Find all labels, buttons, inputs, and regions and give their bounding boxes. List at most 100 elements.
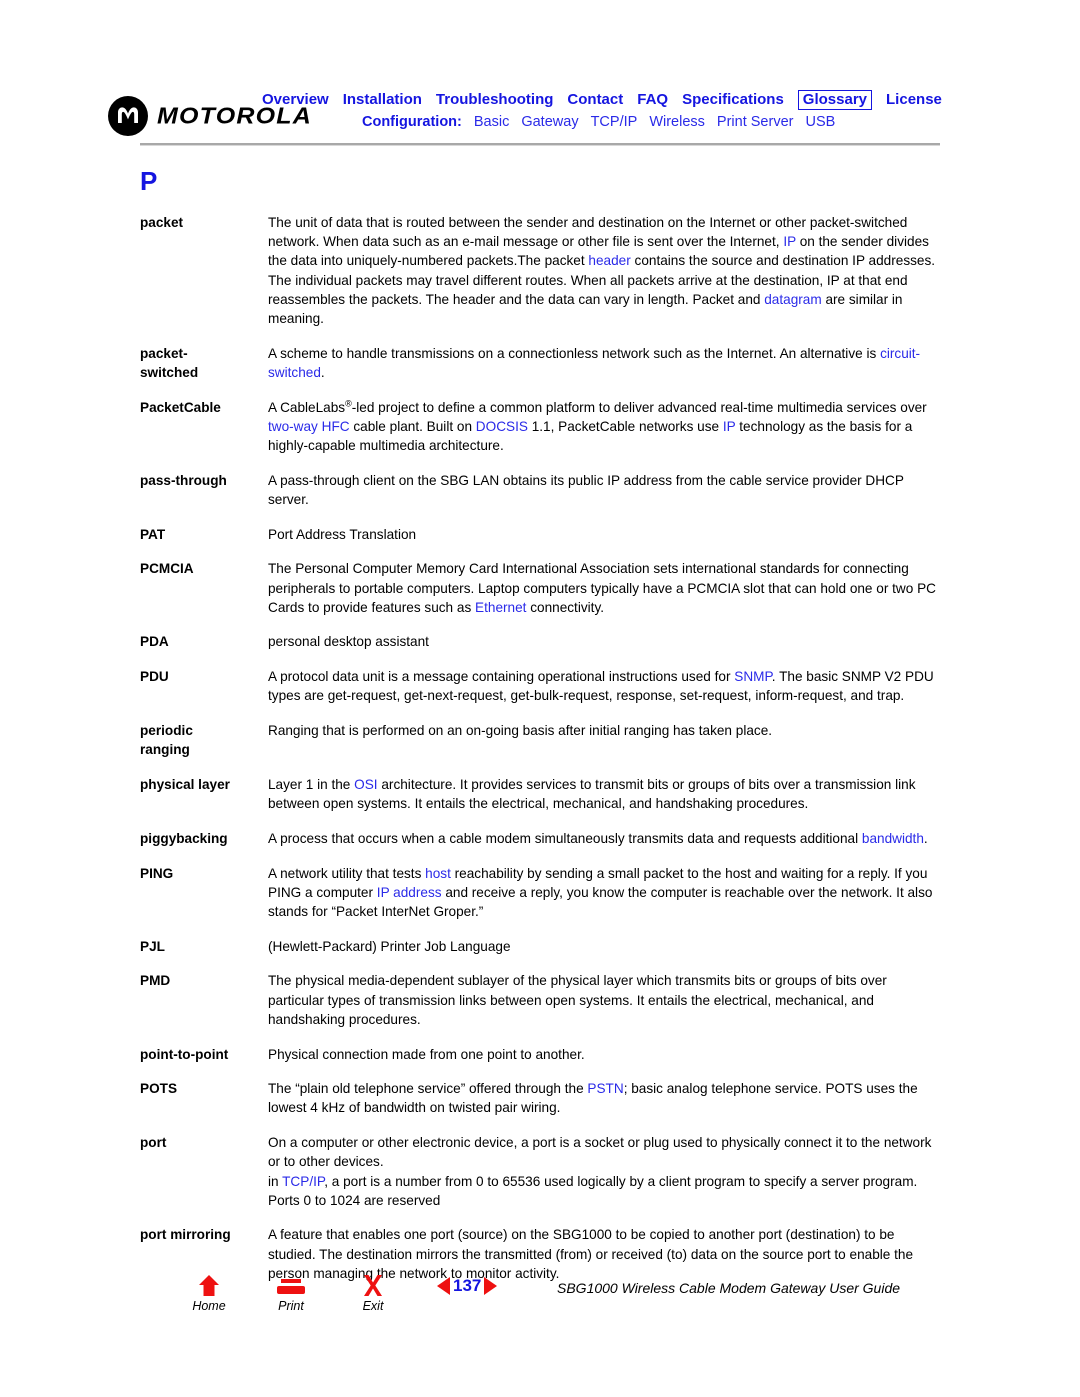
configuration-label: Configuration: (362, 114, 462, 130)
page-number: 137 (453, 1276, 482, 1295)
glossary-entry: PDU A protocol data unit is a message co… (140, 667, 945, 705)
home-icon (198, 1272, 220, 1298)
glossary-term: PING (140, 865, 174, 881)
glossary-term: POTS (140, 1081, 178, 1097)
glossary-entry: PING A network utility that tests host r… (140, 864, 945, 922)
glossary-definition: Ranging that is performed on an on-going… (268, 723, 773, 739)
glossary-term: packet-switched (140, 345, 199, 380)
glossary-link-ip-address[interactable]: IP address (377, 885, 442, 900)
nav-item-troubleshooting[interactable]: Troubleshooting (436, 90, 554, 110)
header-divider (140, 143, 940, 146)
glossary-entry: PacketCable A CableLabs®-led project to … (140, 398, 945, 456)
glossary-entry: PCMCIA The Personal Computer Memory Card… (140, 559, 945, 617)
glossary-term: physical layer (140, 776, 230, 792)
glossary-link-osi[interactable]: OSI (354, 777, 377, 792)
glossary-definition: A network utility that tests host reacha… (268, 865, 933, 919)
glossary-entry: POTS The “plain old telephone service” o… (140, 1079, 945, 1117)
glossary-term: PMD (140, 973, 171, 989)
close-x-icon (362, 1272, 384, 1298)
glossary-link-tcpip[interactable]: TCP/IP (282, 1174, 324, 1189)
page-footer: Home Print Exit 137 SBG1000 Wireless Cab… (0, 1272, 1080, 1342)
glossary-entry: PAT Port Address Translation (140, 525, 945, 544)
nav-item-installation[interactable]: Installation (343, 90, 422, 110)
glossary-list: packet The unit of data that is routed b… (140, 213, 945, 1299)
glossary-term: port (140, 1135, 167, 1151)
glossary-term: port mirroring (140, 1227, 231, 1243)
glossary-entry: piggybacking A process that occurs when … (140, 829, 945, 848)
glossary-term: packet (140, 215, 184, 230)
exit-button[interactable]: Exit (350, 1272, 396, 1314)
glossary-term: PCMCIA (140, 561, 194, 577)
home-button[interactable]: Home (186, 1272, 232, 1314)
nav-item-basic[interactable]: Basic (474, 112, 509, 132)
glossary-definition: Physical connection made from one point … (268, 1046, 585, 1062)
glossary-definition: The unit of data that is routed between … (268, 215, 936, 327)
glossary-entry: periodic ranging Ranging that is performe… (140, 721, 945, 759)
glossary-definition: A CableLabs®-led project to define a com… (268, 398, 927, 454)
glossary-definition: A pass-through client on the SBG LAN obt… (268, 472, 904, 507)
page-navigator: 137 (437, 1276, 498, 1295)
nav-item-gateway[interactable]: Gateway (521, 112, 578, 132)
glossary-link-pstn[interactable]: PSTN (587, 1081, 623, 1096)
glossary-link-ethernet[interactable]: Ethernet (475, 600, 526, 615)
glossary-term: PacketCable (140, 399, 221, 415)
glossary-link-two-way[interactable]: two-way (268, 419, 318, 434)
nav-item-specifications[interactable]: Specifications (682, 90, 784, 110)
glossary-term: PAT (140, 526, 166, 542)
printer-icon (276, 1272, 306, 1298)
glossary-definition: Port Address Translation (268, 526, 417, 542)
glossary-definition: A protocol data unit is a message contai… (268, 669, 934, 704)
page-title: P (140, 166, 158, 196)
nav-item-tcpip[interactable]: TCP/IP (591, 112, 638, 132)
glossary-definition-part-2: in TCP/IP, a port is a number from 0 to … (268, 1173, 918, 1208)
document-title: SBG1000 Wireless Cable Modem Gateway Use… (557, 1280, 901, 1296)
print-button[interactable]: Print (268, 1272, 314, 1314)
triangle-left-icon[interactable] (437, 1277, 450, 1295)
nav-item-contact[interactable]: Contact (567, 90, 623, 110)
glossary-link-header[interactable]: header (588, 253, 630, 268)
glossary-link-ip-2[interactable]: IP (723, 419, 736, 434)
glossary-term: PDA (140, 634, 169, 650)
nav-item-print-server[interactable]: Print Server (717, 112, 794, 132)
triangle-right-icon[interactable] (484, 1277, 498, 1295)
glossary-entry: point-to-point Physical connection made … (140, 1045, 945, 1064)
glossary-entry: physical layer Layer 1 in the OSI archit… (140, 775, 945, 813)
glossary-link-docsis[interactable]: DOCSIS (476, 419, 528, 434)
glossary-definition: Layer 1 in the OSI architecture. It prov… (268, 776, 916, 812)
glossary-link-snmp[interactable]: SNMP (734, 669, 772, 684)
glossary-term: PJL (140, 938, 165, 954)
secondary-nav: Configuration: Basic Gateway TCP/IP Wire… (262, 112, 962, 132)
glossary-term: point-to-point (140, 1046, 229, 1062)
glossary-entry: packet The unit of data that is routed b… (140, 213, 945, 328)
glossary-definition: personal desktop assistant (268, 634, 429, 650)
glossary-definition-part-1: On a computer or other electronic device… (268, 1135, 932, 1170)
glossary-term: periodic ranging (140, 723, 193, 758)
glossary-definition: A process that occurs when a cable modem… (268, 830, 928, 846)
glossary-definition: On a computer or other electronic device… (268, 1133, 945, 1210)
nav-item-faq[interactable]: FAQ (637, 90, 668, 110)
glossary-entry: PMD The physical media-dependent sublaye… (140, 971, 945, 1029)
exit-button-label: Exit (362, 1299, 384, 1313)
glossary-term: pass-through (140, 472, 227, 488)
glossary-link-ip[interactable]: IP (783, 234, 796, 249)
glossary-definition: A scheme to handle transmissions on a co… (268, 345, 921, 380)
nav-item-license[interactable]: License (886, 90, 942, 110)
nav-item-usb[interactable]: USB (805, 112, 835, 132)
glossary-definition: (Hewlett-Packard) Printer Job Language (268, 938, 511, 954)
glossary-entry: packet-switched A scheme to handle trans… (140, 344, 945, 382)
primary-nav: Overview Installation Troubleshooting Co… (262, 90, 962, 110)
nav-item-glossary[interactable]: Glossary (797, 90, 873, 110)
nav-item-wireless[interactable]: Wireless (649, 112, 705, 132)
glossary-entry: pass-through A pass-through client on th… (140, 471, 945, 509)
glossary-entry: port On a computer or other electronic d… (140, 1133, 945, 1210)
glossary-link-bandwidth[interactable]: bandwidth (862, 831, 924, 846)
nav-item-overview[interactable]: Overview (262, 90, 329, 110)
glossary-definition: The Personal Computer Memory Card Intern… (268, 561, 936, 615)
glossary-link-datagram[interactable]: datagram (764, 292, 821, 307)
glossary-entry: PJL (Hewlett-Packard) Printer Job Langua… (140, 937, 945, 956)
glossary-link-circuit-switched[interactable]: circuit-switched (268, 346, 920, 380)
glossary-link-hfc[interactable]: HFC (322, 419, 350, 434)
page-header: MOTOROLA Overview Installation Troublesh… (0, 0, 1080, 150)
glossary-link-host[interactable]: host (425, 866, 451, 881)
glossary-definition: The physical media-dependent sublayer of… (268, 973, 887, 1027)
